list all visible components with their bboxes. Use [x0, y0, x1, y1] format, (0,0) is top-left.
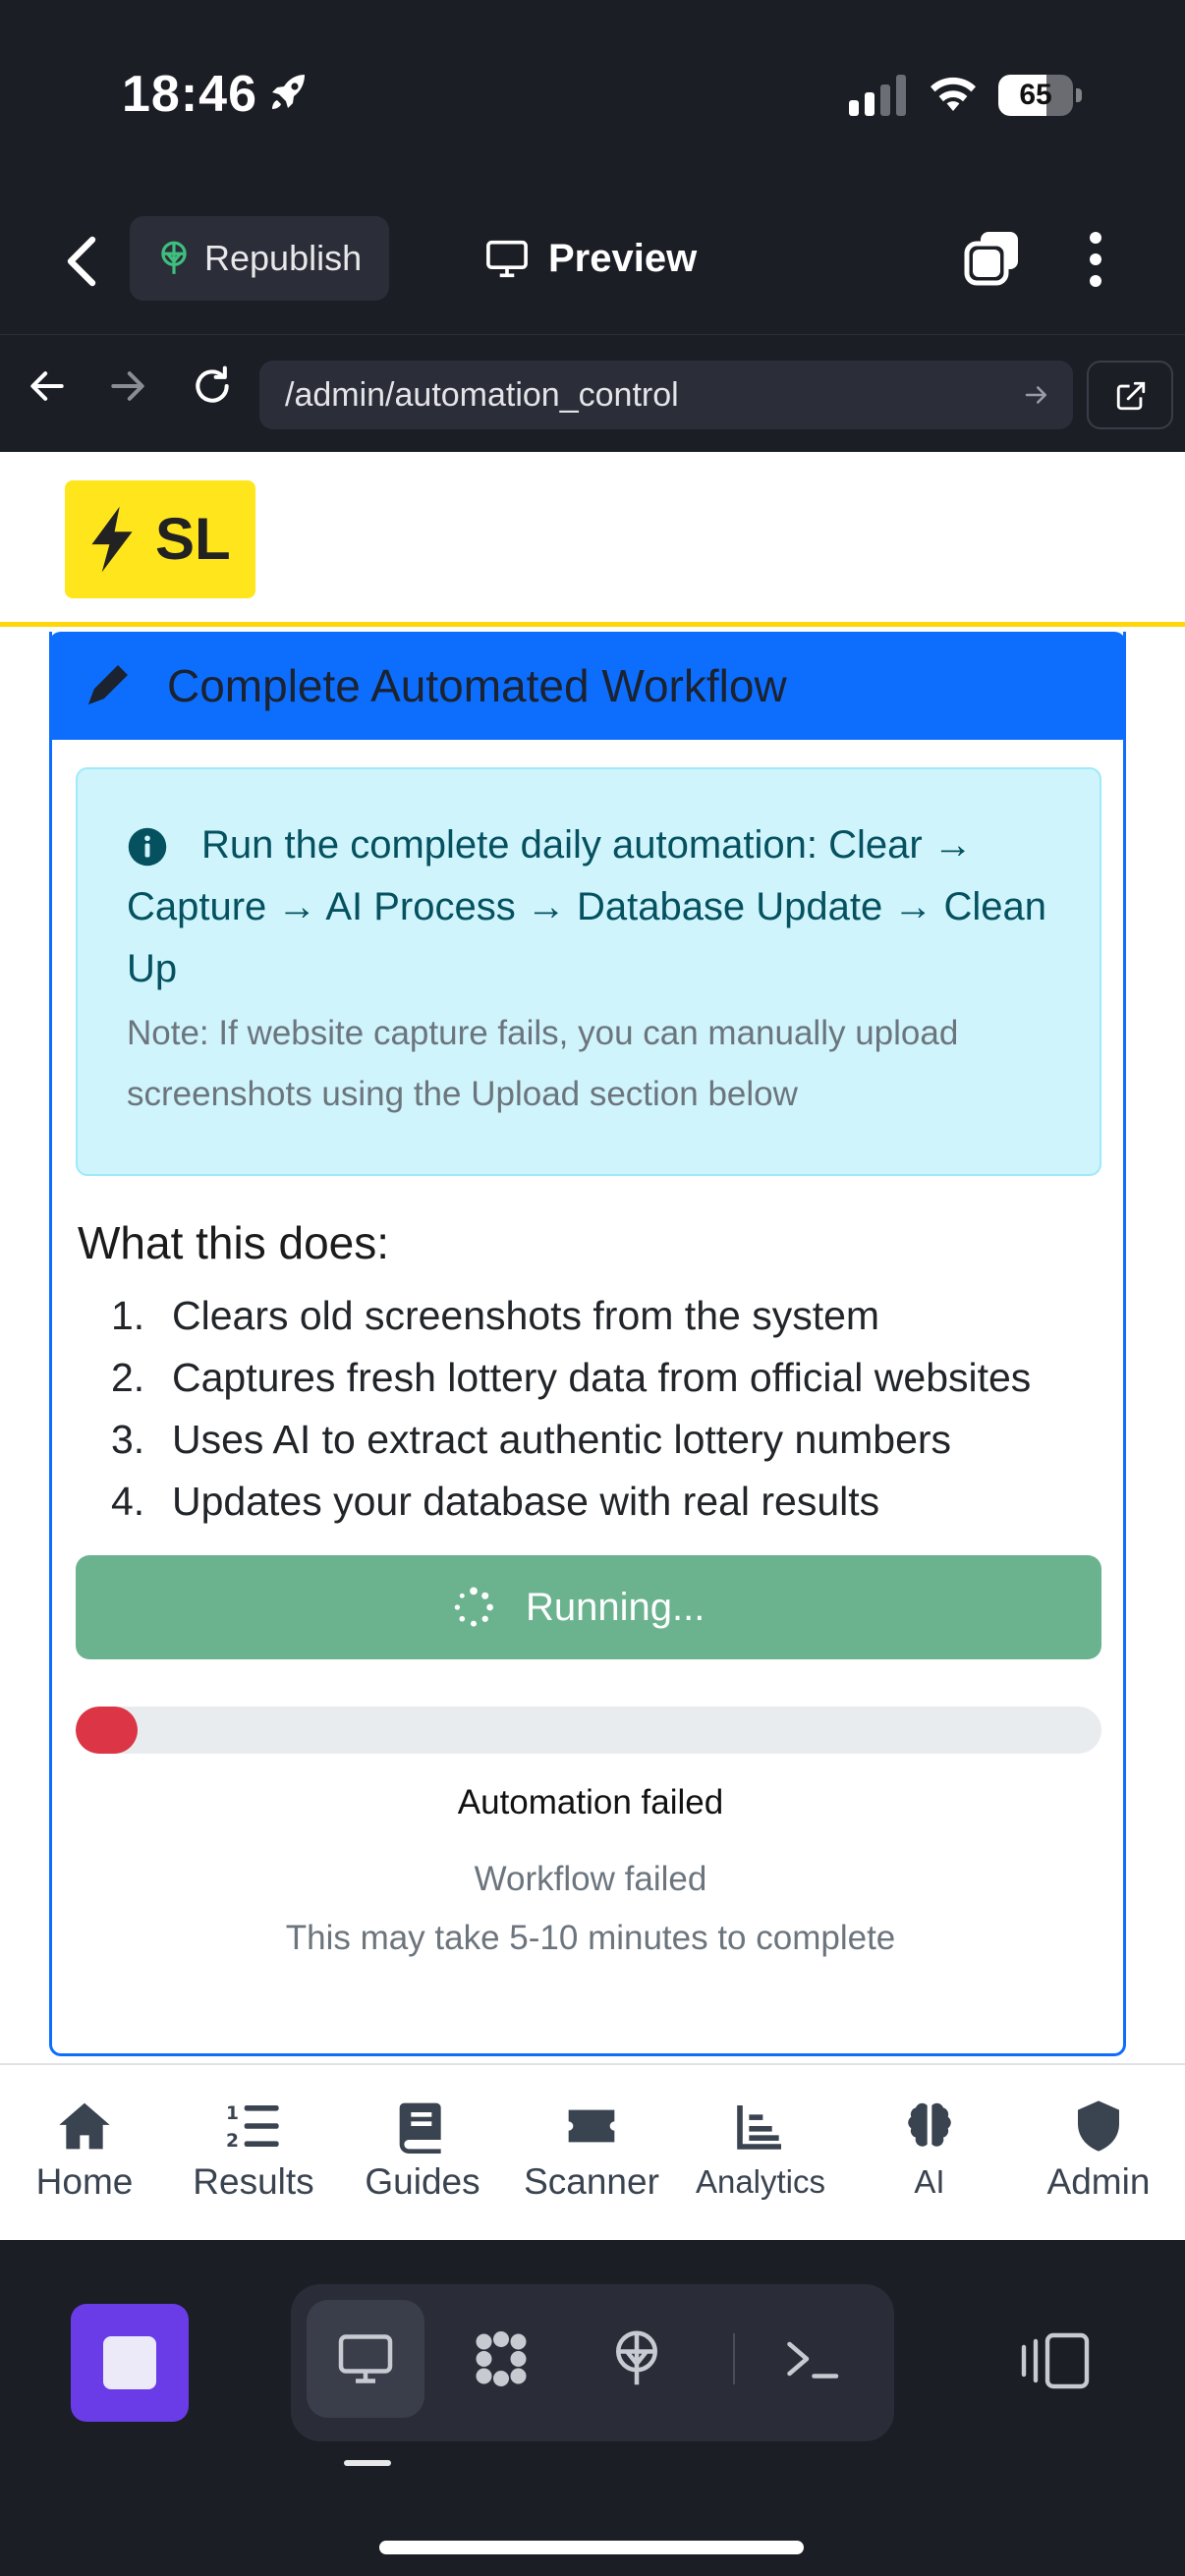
dock-divider — [733, 2333, 735, 2384]
list-item: 4. Updates your database with real result… — [111, 1479, 880, 1524]
shield-icon — [1078, 2100, 1119, 2152]
preview-tab[interactable]: Preview — [481, 216, 737, 301]
svg-text:2: 2 — [226, 2131, 239, 2152]
more-menu-icon[interactable] — [1081, 230, 1110, 289]
list-item: 3. Uses AI to extract authentic lottery n… — [111, 1417, 952, 1462]
deploy-icon — [616, 2330, 657, 2385]
agent-icon — [476, 2331, 527, 2386]
nav-label: Home — [35, 2161, 134, 2202]
lightning-icon — [91, 506, 133, 573]
info-text: Run the complete daily automation: Clear… — [127, 823, 1047, 990]
active-tab-indicator — [344, 2460, 391, 2466]
run-button-label: Running... — [526, 1586, 705, 1629]
url-field[interactable]: /admin/automation_control — [259, 361, 1073, 429]
dock-tab-group — [291, 2284, 894, 2441]
run-workflow-button[interactable]: Running... — [76, 1555, 1101, 1659]
step-text: Captures fresh lottery data from officia… — [172, 1355, 1032, 1400]
dock-shell-tab[interactable] — [753, 2300, 871, 2418]
note-text: Note: If website capture fails, you can … — [127, 1014, 959, 1113]
svg-text:1: 1 — [226, 2103, 239, 2124]
nav-forward-icon[interactable] — [106, 364, 149, 408]
shell-icon — [787, 2341, 839, 2379]
deploy-icon — [161, 241, 187, 274]
ticket-icon — [568, 2109, 615, 2143]
nav-item-guides[interactable]: Guides — [338, 2065, 507, 2240]
book-icon — [399, 2102, 441, 2154]
bottom-nav: Home 1 2 Results Guides Scanner Analytic… — [0, 2063, 1185, 2240]
preview-label: Preview — [548, 237, 698, 280]
list-ordered-icon: 1 2 — [226, 2103, 279, 2152]
step-text: Clears old screenshots from the system — [172, 1293, 880, 1338]
list-item: 2. Captures fresh lottery data from offic… — [111, 1355, 1032, 1400]
home-icon — [59, 2102, 110, 2150]
battery-indicator: 65 — [998, 75, 1082, 116]
home-indicator — [379, 2541, 804, 2554]
section-title: What this does: — [78, 1217, 390, 1268]
signal-icon — [849, 75, 906, 116]
progress-bar — [76, 1707, 1101, 1754]
nav-item-home[interactable]: Home — [0, 2065, 169, 2240]
preview-icon — [338, 2334, 393, 2383]
nav-label: AI — [914, 2163, 945, 2200]
brain-icon — [908, 2102, 951, 2147]
card-header: Complete Automated Workflow — [49, 632, 1126, 740]
status-bar: 18:46 65 — [0, 0, 1185, 196]
status-time: 18:46 — [122, 66, 257, 123]
republish-label: Republish — [204, 238, 363, 278]
nav-label: Results — [193, 2161, 314, 2202]
open-external-icon — [1116, 381, 1146, 411]
nav-label: Scanner — [524, 2161, 659, 2202]
status-detail: Workflow failed — [474, 1860, 707, 1898]
duration-note: This may take 5-10 minutes to complete — [285, 1919, 896, 1957]
dock-preview-tab[interactable] — [307, 2300, 424, 2418]
wifi-icon — [931, 77, 976, 111]
steps-list: 1. Clears old screenshots from the system… — [111, 1285, 1113, 1533]
url-go-icon[interactable] — [1022, 380, 1051, 410]
pencil-icon — [88, 665, 128, 704]
nav-label: Guides — [365, 2161, 480, 2202]
stop-icon — [103, 2336, 156, 2389]
spinner-icon — [454, 1587, 493, 1627]
card-title: Complete Automated Workflow — [167, 660, 787, 711]
workspace-dock — [0, 2240, 1185, 2576]
open-external-button[interactable] — [1087, 361, 1173, 429]
workflow-card: Complete Automated Workflow Run the comp… — [49, 632, 1126, 2056]
site-header: SL — [0, 452, 1185, 627]
browser-bar: /admin/automation_control — [0, 334, 1185, 452]
site-logo[interactable]: SL — [65, 480, 255, 598]
chart-icon — [737, 2105, 781, 2150]
status-text: Automation failed — [457, 1783, 724, 1821]
progress-fill — [76, 1707, 138, 1754]
back-chevron-icon[interactable] — [61, 234, 104, 289]
battery-percent: 65 — [1019, 79, 1052, 111]
webpage-viewport: SL Complete Automated Workflow Run the c… — [0, 452, 1185, 2240]
url-text: /admin/automation_control — [285, 376, 679, 414]
reload-icon[interactable] — [191, 364, 234, 408]
nav-back-icon[interactable] — [26, 364, 69, 408]
step-text: Updates your database with real results — [172, 1479, 880, 1524]
nav-item-analytics[interactable]: Analytics — [676, 2065, 845, 2240]
app-toolbar: Republish Preview — [0, 206, 1185, 314]
nav-label: Admin — [1046, 2161, 1151, 2202]
nav-item-scanner[interactable]: Scanner — [507, 2065, 676, 2240]
panel-toggle-icon[interactable] — [1020, 2330, 1091, 2391]
dock-agent-tab[interactable] — [442, 2300, 560, 2418]
republish-button[interactable]: Republish — [130, 216, 389, 301]
step-text: Uses AI to extract authentic lottery num… — [172, 1417, 952, 1462]
rocket-icon — [272, 75, 305, 109]
nav-item-admin[interactable]: Admin — [1014, 2065, 1183, 2240]
nav-label: Analytics — [695, 2163, 826, 2200]
stop-button[interactable] — [71, 2304, 189, 2422]
dock-deploy-tab[interactable] — [578, 2300, 696, 2418]
nav-item-ai[interactable]: AI — [845, 2065, 1014, 2240]
tabs-icon[interactable] — [963, 228, 1022, 287]
list-item: 1. Clears old screenshots from the system — [111, 1293, 880, 1338]
logo-text: SL — [155, 506, 231, 572]
info-alert: Run the complete daily automation: Clear… — [76, 767, 1101, 1176]
nav-item-results[interactable]: 1 2 Results — [169, 2065, 338, 2240]
monitor-icon — [486, 240, 528, 278]
